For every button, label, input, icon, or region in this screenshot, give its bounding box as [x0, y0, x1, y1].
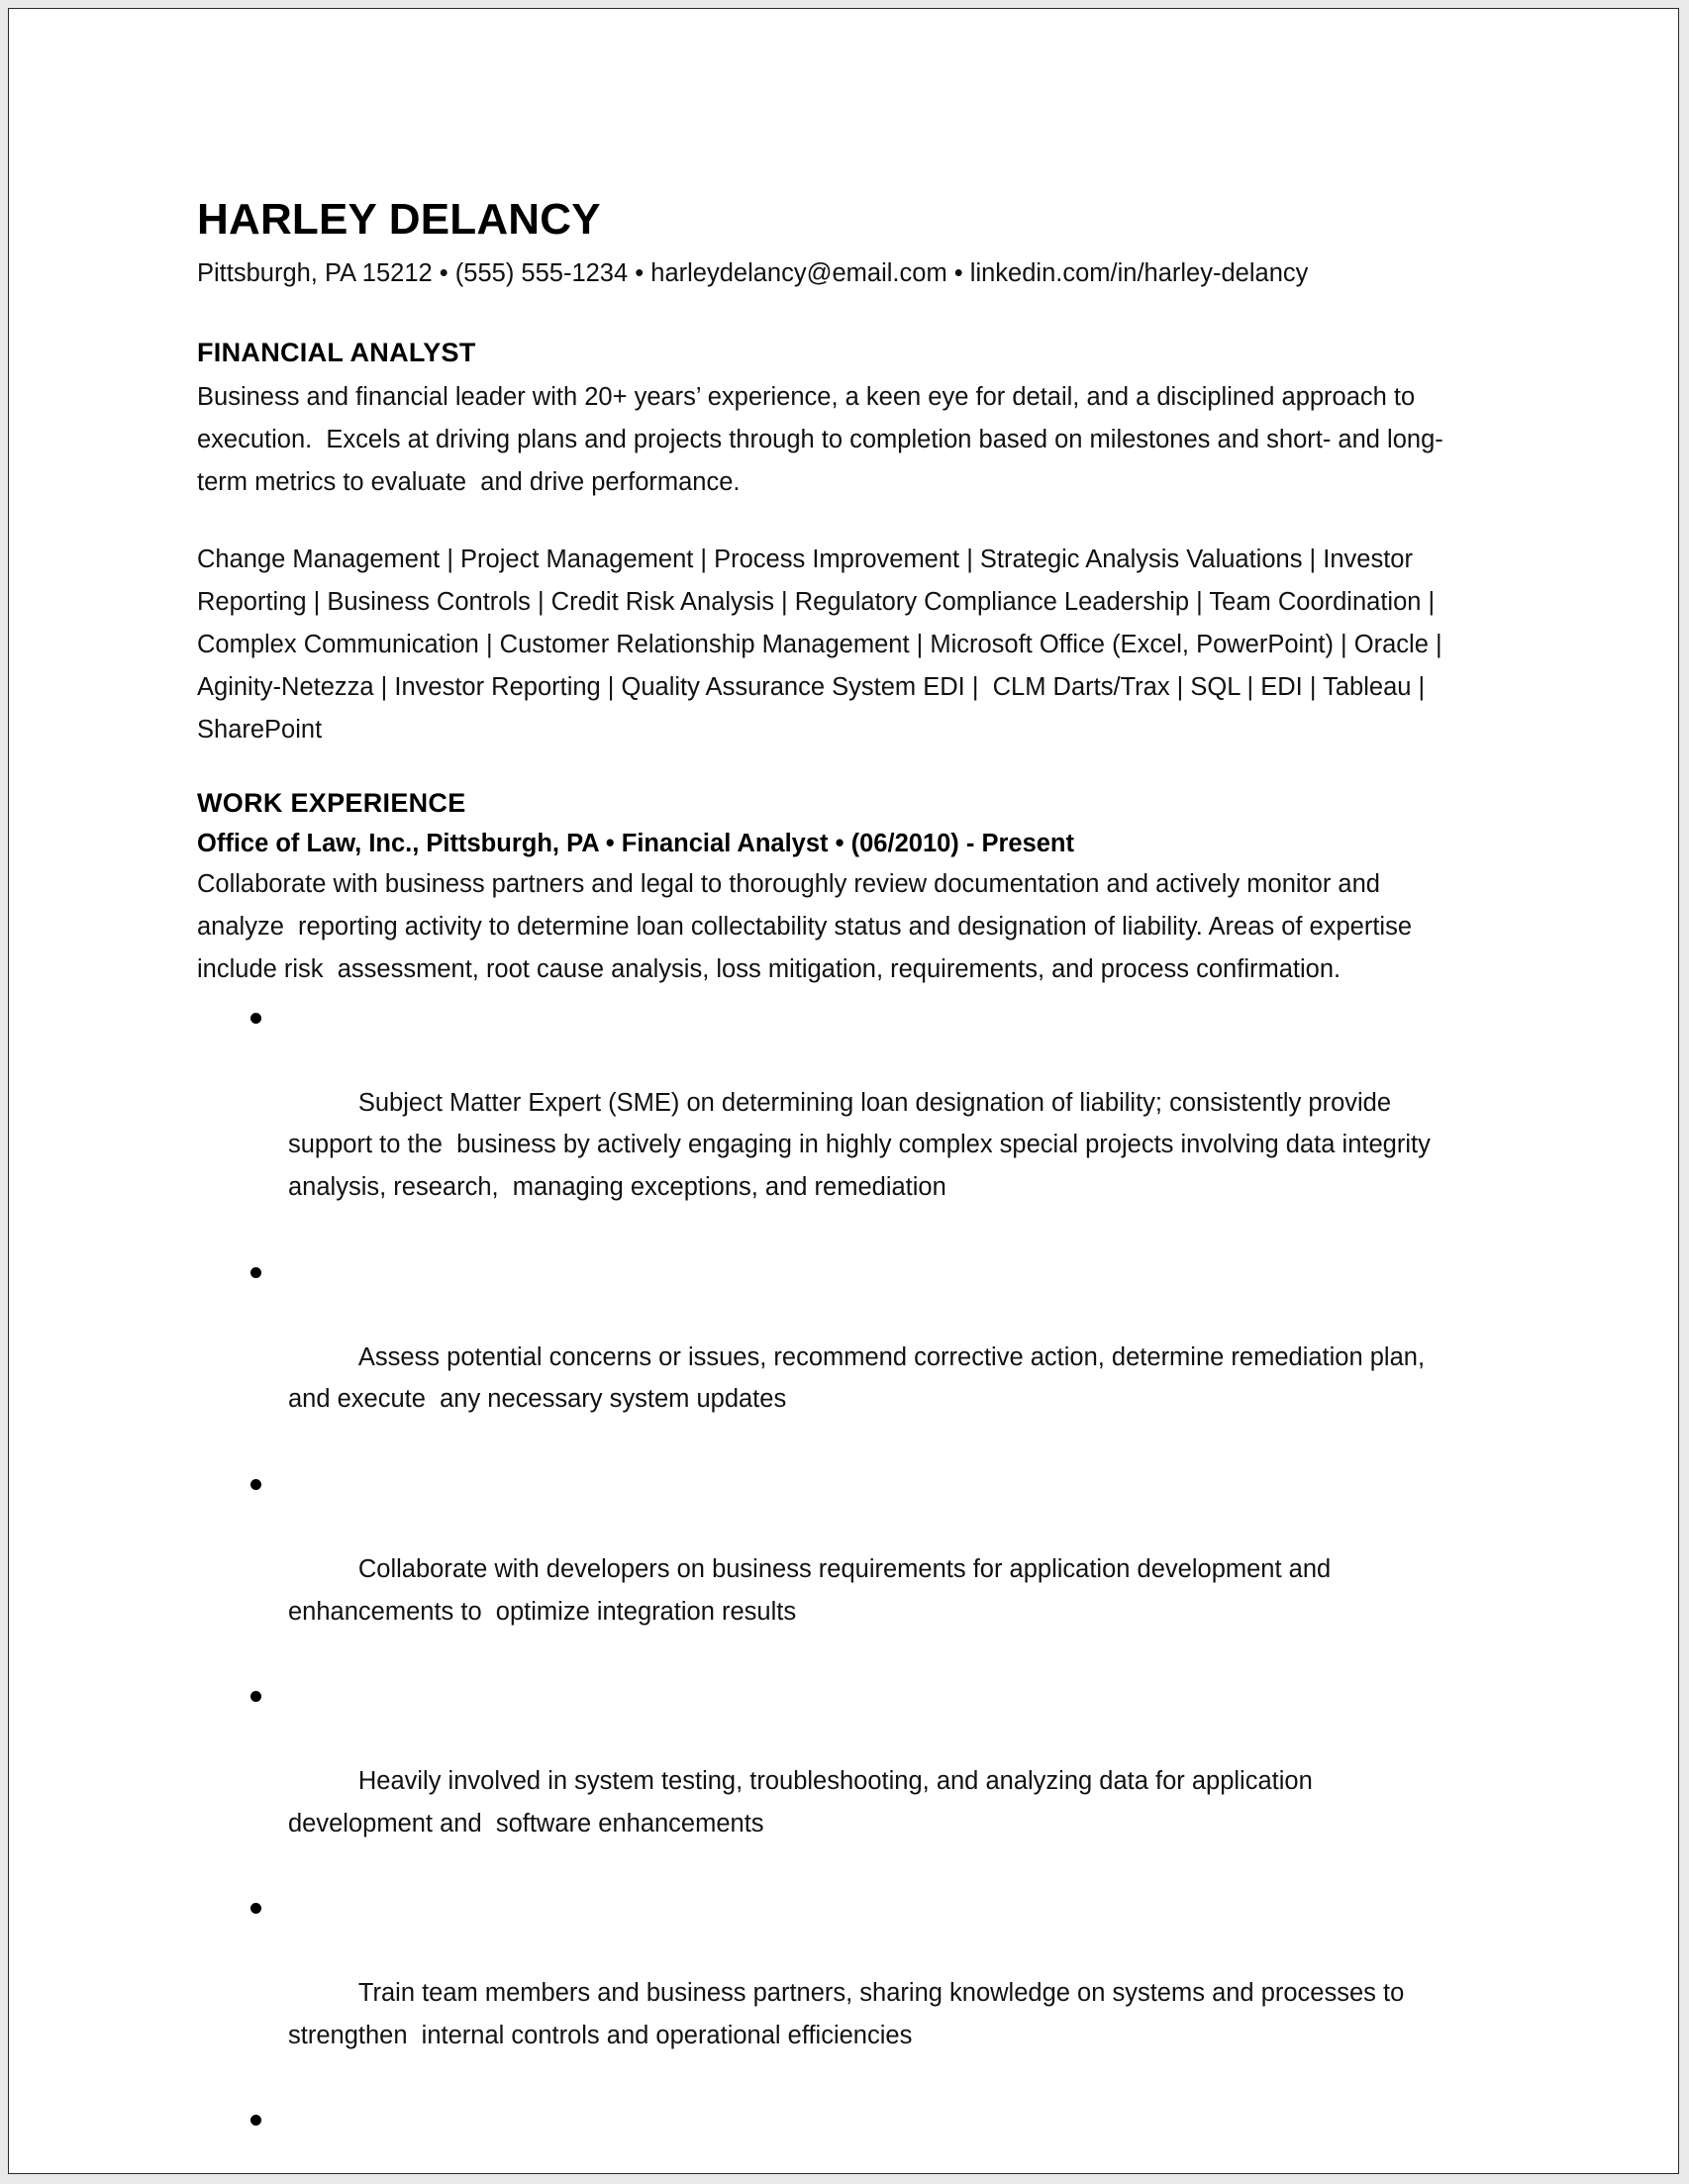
list-item-text: Subject Matter Expert (SME) on determini…: [288, 1088, 1438, 1202]
experience-heading: WORK EXPERIENCE: [197, 787, 466, 818]
candidate-name: HARLEY DELANCY: [197, 195, 601, 244]
bullet-dot-icon: [250, 1903, 261, 1915]
resume-content: HARLEY DELANCY Pittsburgh, PA 15212 • (5…: [197, 195, 1459, 2173]
job-title: Office of Law, Inc., Pittsburgh, PA • Fi…: [197, 830, 1075, 858]
skills-list: Change Management | Project Management |…: [197, 546, 1448, 744]
summary-heading: FINANCIAL ANALYST: [197, 337, 476, 367]
list-item: Identify opportunities to streamline pro…: [197, 2099, 1459, 2173]
list-item-text: Heavily involved in system testing, trou…: [288, 1766, 1320, 1837]
bullet-dot-icon: [250, 1012, 261, 1024]
bullet-dot-icon: [250, 1479, 261, 1491]
bullet-dot-icon: [250, 2115, 261, 2127]
list-item-text: Assess potential concerns or issues, rec…: [288, 1342, 1433, 1414]
contact-line: Pittsburgh, PA 15212 • (555) 555-1234 • …: [197, 259, 1309, 288]
list-item: Train team members and business partners…: [197, 1887, 1459, 2099]
list-item: Assess potential concerns or issues, rec…: [197, 1251, 1459, 1463]
list-item-text: Collaborate with developers on business …: [288, 1554, 1339, 1626]
job-bullets: Subject Matter Expert (SME) on determini…: [197, 997, 1459, 2173]
bullet-dot-icon: [250, 1266, 261, 1278]
list-item: Subject Matter Expert (SME) on determini…: [197, 997, 1459, 1251]
resume-page: HARLEY DELANCY Pittsburgh, PA 15212 • (5…: [8, 8, 1679, 2174]
summary-text: Business and financial leader with 20+ y…: [197, 383, 1443, 496]
job-description: Collaborate with business partners and l…: [197, 870, 1420, 984]
list-item: Heavily involved in system testing, trou…: [197, 1675, 1459, 1887]
list-item: Collaborate with developers on business …: [197, 1463, 1459, 1675]
job-entry: Office of Law, Inc., Pittsburgh, PA • Fi…: [197, 827, 1459, 2173]
bullet-dot-icon: [250, 1691, 261, 1703]
list-item-text: Train team members and business partners…: [288, 1978, 1412, 2049]
